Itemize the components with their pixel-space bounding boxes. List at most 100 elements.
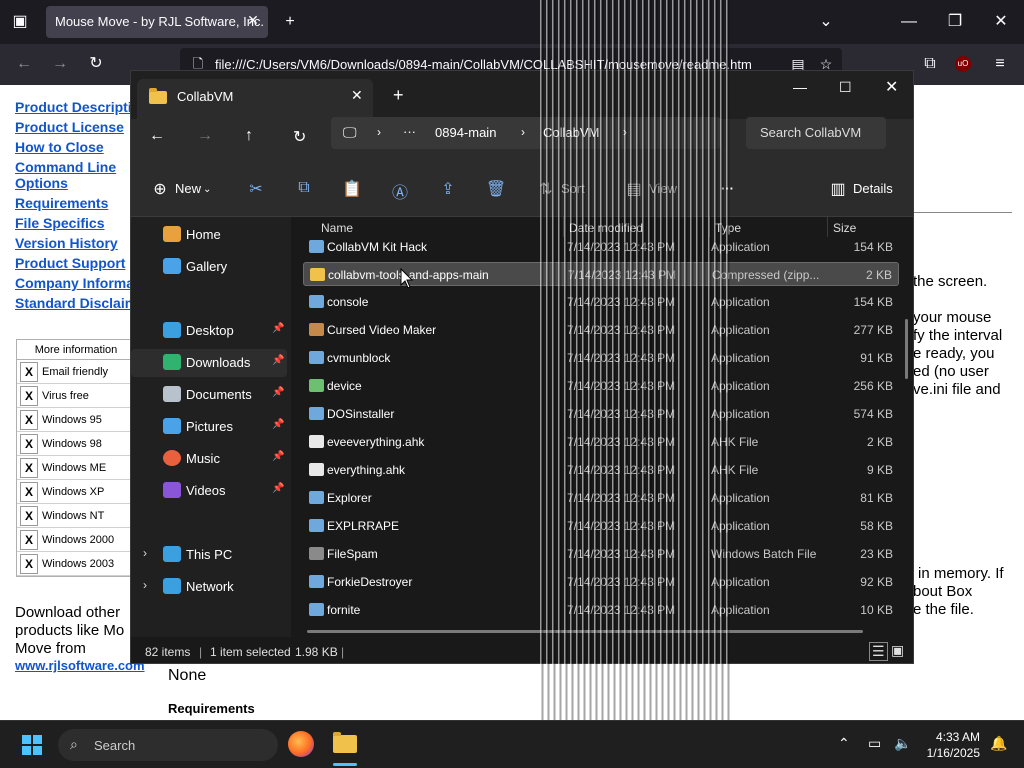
taskbar-clock[interactable]: 4:33 AM 1/16/2025 [927, 729, 980, 761]
sidebar-item-videos[interactable]: Videos 📌 [131, 477, 287, 505]
pin-icon[interactable]: 📌 [272, 387, 284, 398]
column-header-name[interactable]: Name [321, 221, 353, 235]
network-tray-icon[interactable]: ▭ [868, 735, 881, 752]
copy-icon[interactable]: ⧉ [293, 179, 315, 197]
sidebar-item-music[interactable]: Music 📌 [131, 445, 287, 473]
sidebar-item-network[interactable]: › Network [131, 573, 287, 601]
minimize-icon[interactable]: — [897, 12, 921, 32]
taskbar-search[interactable]: ⌕ Search [58, 729, 278, 761]
volume-tray-icon[interactable]: 🔈 [894, 735, 911, 752]
start-button[interactable] [22, 735, 42, 755]
file-explorer-taskbar-icon[interactable] [331, 727, 359, 755]
pin-icon[interactable]: 📌 [272, 355, 284, 366]
firefox-icon[interactable] [288, 731, 314, 757]
sidebar-item-home[interactable]: Home [131, 221, 287, 249]
details-pane-icon[interactable]: ▥ [827, 179, 849, 199]
column-separator[interactable] [563, 217, 564, 237]
column-header-date[interactable]: Date modified [569, 221, 643, 235]
column-separator[interactable] [827, 217, 828, 237]
forward-icon[interactable]: → [48, 54, 72, 74]
maximize-icon[interactable]: ☐ [839, 79, 852, 96]
file-row[interactable]: eveeverything.ahk 7/14/2023 12:43 PM AHK… [303, 430, 899, 454]
file-row[interactable]: everything.ahk 7/14/2023 12:43 PM AHK Fi… [303, 458, 899, 482]
extensions-icon[interactable]: ⧉ [918, 54, 942, 74]
pin-icon[interactable]: 📌 [272, 483, 284, 494]
pin-icon[interactable]: 📌 [272, 323, 284, 334]
address-bar[interactable]: 🖵 › ··· 0894-main › CollabVM › [331, 117, 721, 149]
cut-icon[interactable]: ✂ [245, 179, 267, 199]
paste-icon[interactable]: 📋 [341, 179, 363, 199]
file-row[interactable]: Explorer 7/14/2023 12:43 PM Application … [303, 486, 899, 510]
nav-link-version-history[interactable]: Version History [15, 235, 118, 251]
details-view-icon[interactable]: ☰ [869, 642, 888, 661]
file-row[interactable]: fornite 7/14/2023 12:43 PM Application 1… [303, 598, 899, 622]
nav-link-file-specifics[interactable]: File Specifics [15, 215, 104, 231]
nav-link-requirements[interactable]: Requirements [15, 195, 108, 211]
breadcrumb-more[interactable]: ··· [403, 124, 416, 139]
sidebar-item-this-pc[interactable]: › This PC [131, 541, 287, 569]
forward-icon[interactable]: → [197, 127, 213, 145]
nav-link-options[interactable]: Options [15, 175, 68, 191]
pin-icon[interactable]: 📌 [272, 451, 284, 462]
sidebar-item-gallery[interactable]: Gallery [131, 253, 287, 281]
chevron-right-icon[interactable]: › [143, 546, 147, 560]
file-row[interactable]: DOSinstaller 7/14/2023 12:43 PM Applicat… [303, 402, 899, 426]
nav-link-product-support[interactable]: Product Support [15, 255, 125, 271]
tiles-view-icon[interactable]: ▣ [891, 642, 904, 659]
column-header-size[interactable]: Size [833, 221, 856, 235]
sidebar-item-desktop[interactable]: Desktop 📌 [131, 317, 287, 345]
column-header-type[interactable]: Type [715, 221, 741, 235]
new-tab-icon[interactable]: + [393, 85, 404, 106]
rjlsoftware-link[interactable]: www.rjlsoftware.com [15, 658, 145, 673]
sidebar-item-documents[interactable]: Documents 📌 [131, 381, 287, 409]
chevron-up-icon[interactable]: ⌃ [838, 735, 850, 752]
close-window-icon[interactable]: ✕ [989, 12, 1013, 32]
nav-link-product-description[interactable]: Product Description [15, 99, 149, 115]
pin-icon[interactable]: 📌 [272, 419, 284, 430]
sidebar-item-downloads[interactable]: Downloads 📌 [131, 349, 287, 377]
vertical-scrollbar[interactable] [905, 319, 908, 379]
list-tabs-icon[interactable]: ⌄ [814, 12, 838, 32]
file-row[interactable]: console 7/14/2023 12:43 PM Application 1… [303, 290, 899, 314]
file-row[interactable]: EXPLRRAPE 7/14/2023 12:43 PM Application… [303, 514, 899, 538]
share-icon[interactable]: ⇪ [437, 179, 459, 199]
close-window-icon[interactable]: ✕ [885, 77, 898, 97]
reload-icon[interactable]: ↻ [84, 54, 108, 74]
nav-link-product-license[interactable]: Product License [15, 119, 124, 135]
file-row-selected[interactable]: collabvm-tools-and-apps-main 7/14/2023 1… [303, 262, 899, 286]
notification-icon[interactable]: 🔔 [990, 735, 1007, 752]
delete-icon[interactable]: 🗑 [485, 179, 507, 199]
file-row[interactable]: cvmunblock 7/14/2023 12:43 PM Applicatio… [303, 346, 899, 370]
nav-link-command-line[interactable]: Command Line [15, 159, 116, 175]
close-tab-icon[interactable]: ✕ [351, 87, 363, 104]
browser-tab[interactable]: Mouse Move - by RJL Software, Inc. ✕ [46, 6, 268, 38]
ublock-icon[interactable]: uO [955, 56, 971, 72]
details-button[interactable]: Details [853, 181, 893, 196]
view-icon[interactable]: ▤ [623, 179, 645, 199]
new-tab-icon[interactable]: + [278, 12, 302, 32]
view-button[interactable]: View [649, 181, 677, 196]
sort-button[interactable]: Sort [561, 181, 585, 196]
file-row[interactable]: FileSpam 7/14/2023 12:43 PM Windows Batc… [303, 542, 899, 566]
refresh-icon[interactable]: ↻ [293, 127, 306, 147]
file-row[interactable]: Cursed Video Maker 7/14/2023 12:43 PM Ap… [303, 318, 899, 342]
back-icon[interactable]: ← [12, 54, 36, 74]
breadcrumb-item[interactable]: CollabVM [543, 125, 599, 140]
new-button[interactable]: New [175, 181, 201, 196]
column-separator[interactable] [709, 217, 710, 237]
nav-link-how-to-close[interactable]: How to Close [15, 139, 104, 155]
menu-icon[interactable]: ≡ [988, 54, 1012, 74]
sidebar-item-pictures[interactable]: Pictures 📌 [131, 413, 287, 441]
up-icon[interactable]: ↑ [245, 127, 253, 145]
new-icon[interactable]: ⊕ [149, 179, 171, 199]
sort-icon[interactable]: ⇅ [535, 179, 557, 199]
horizontal-scrollbar[interactable] [307, 630, 863, 633]
close-tab-icon[interactable]: ✕ [244, 12, 262, 29]
file-row[interactable]: CollabVM Kit Hack 7/14/2023 12:43 PM App… [303, 235, 899, 259]
tab-overview-icon[interactable]: ▣ [8, 12, 32, 32]
breadcrumb-item[interactable]: 0894-main [435, 125, 496, 140]
rename-icon[interactable]: Ⓐ [389, 179, 411, 203]
minimize-icon[interactable]: — [793, 79, 807, 95]
more-options-button[interactable]: ··· [721, 181, 734, 196]
file-row[interactable]: device 7/14/2023 12:43 PM Application 25… [303, 374, 899, 398]
